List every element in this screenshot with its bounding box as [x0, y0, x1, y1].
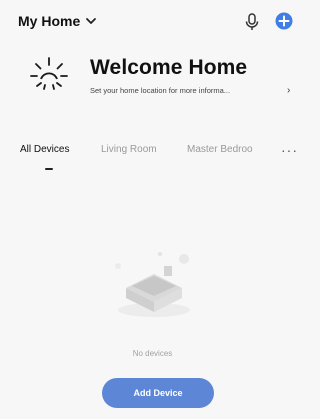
tab-living-room[interactable]: Living Room	[101, 144, 157, 155]
tab-master-bedroom[interactable]: Master Bedroo	[187, 144, 253, 155]
room-tabs: All Devices Living Room Master Bedroo	[0, 138, 305, 166]
empty-state-text: No devices	[132, 349, 173, 358]
home-name: My Home	[18, 13, 81, 29]
welcome-title: Welcome Home	[90, 56, 248, 79]
microphone-icon[interactable]	[244, 12, 260, 32]
add-device-button[interactable]: Add Device	[102, 378, 214, 408]
chevron-down-icon	[86, 18, 97, 24]
more-icon[interactable]: ···	[281, 142, 298, 158]
tab-all-devices[interactable]: All Devices	[20, 144, 69, 155]
chevron-right-icon[interactable]: ›	[287, 85, 290, 96]
top-bar: My Home	[0, 0, 305, 44]
active-tab-indicator	[45, 168, 53, 170]
empty-house-illustration	[115, 252, 190, 317]
location-prompt[interactable]: Set your home location for more informa.…	[90, 86, 230, 95]
add-circle-icon[interactable]	[275, 12, 293, 30]
home-switcher[interactable]: My Home	[18, 13, 98, 29]
sun-icon	[30, 57, 68, 90]
